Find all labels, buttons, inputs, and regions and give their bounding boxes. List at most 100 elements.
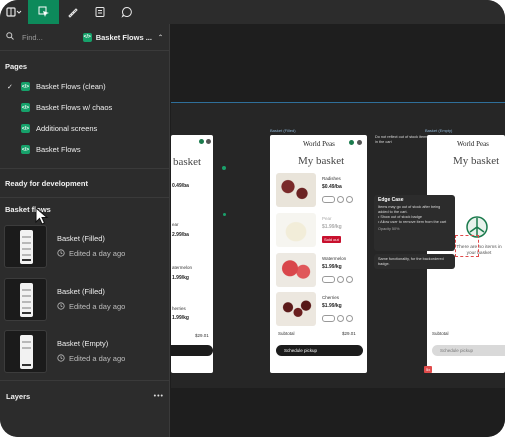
minus-icon[interactable] [337,276,344,283]
quantity-stepper[interactable] [322,315,353,322]
item-name: Watermelon [322,256,347,261]
product-image [276,292,316,326]
file-name: Basket Flows ... [95,32,152,42]
minus-icon[interactable] [337,315,344,322]
basket-icon [206,139,211,144]
search-bar: Find... </> Basket Flows ... ⌃ [0,24,169,51]
quantity-stepper[interactable] [322,196,353,203]
edge-case-opacity: Opacity 50% [378,227,400,231]
divider [0,168,169,169]
more-options-icon[interactable]: ••• [154,393,164,400]
frame-card-subtitle: Edited a day ago [69,302,126,311]
frame-thumbnail [4,224,47,268]
page-label: Basket Flows [36,145,81,154]
item-name: herries [172,306,186,311]
subtotal-value: $29.01 [342,331,356,336]
subtotal-label: Subtotal [278,331,295,336]
annotate-tool-icon[interactable] [59,0,86,24]
page-heading: My basket [453,155,500,167]
item-name: Cherries [322,295,340,300]
schedule-pickup-button[interactable]: Schedule pickup [432,345,505,356]
design-canvas[interactable]: Basket (Filled) Basket (Empty) basket 0.… [171,24,505,437]
page-label: Additional screens [36,124,98,133]
measure-tool-icon[interactable] [86,0,113,24]
frame-thumbnail [4,277,47,321]
layers-heading: Layers [6,392,31,401]
frame-thumbnail [4,329,47,373]
frame-label[interactable]: Basket (Empty) [425,128,452,133]
item-price: $1.99/kg [322,224,342,230]
edge-case-note[interactable]: Edge Case Items may go out of stock afte… [374,195,455,251]
page-item[interactable]: ✓ </> Basket Flows (clean) [0,76,169,97]
selection-outline [455,235,479,257]
clock-history-icon [57,353,65,364]
product-image [276,173,316,207]
schedule-pickup-button[interactable] [171,345,213,356]
edge-case-bullet: • Allow user to remove item from the car… [378,220,447,224]
minus-icon[interactable] [337,196,344,203]
page-item[interactable]: </> Additional screens [0,118,169,139]
item-price: 1.99/kg [172,315,189,321]
page-item[interactable]: </> Basket Flows w/ chaos [0,97,169,118]
frame-card-subtitle: Edited a day ago [69,249,126,258]
annotation-note[interactable]: Same functionality, for the backordered … [374,254,455,269]
phone-frame-basket-filled[interactable]: World Peas My basket Radishes $0.49/ba P… [270,135,367,373]
measurement-badge: 5x [424,366,433,373]
left-sidebar: Find... </> Basket Flows ... ⌃ Pages ✓ <… [0,24,170,437]
frame-card-subtitle: Edited a day ago [69,354,126,363]
connector-dot [223,213,226,216]
frame-label[interactable]: Basket (Filled) [270,128,296,133]
schedule-pickup-label: Schedule pickup [440,348,474,353]
group-label[interactable]: Basket flows [0,205,169,214]
chevron-up-icon: ⌃ [157,34,163,41]
item-price: $0.49/ba [322,184,342,190]
dev-mode-page-icon: </> [21,82,30,91]
basket-icon [357,140,362,145]
page-heading: basket [173,156,202,168]
frame-card-title: Basket (Empty) [57,338,109,348]
out-of-stock-badge: Sold out [322,236,341,243]
item-price: $1.99/kg [322,264,342,270]
brand-name: World Peas [303,140,335,148]
comment-tool-icon[interactable] [113,0,140,24]
ready-for-development-heading: Ready for development [5,179,88,188]
phone-frame-left[interactable]: basket 0.49/ba ear 2.99/ba atermelon 1.9… [171,135,213,373]
page-item[interactable]: </> Basket Flows [0,139,169,160]
dev-mode-page-icon: </> [21,103,30,112]
check-icon: ✓ [7,83,13,91]
product-image [276,253,316,287]
frame-card[interactable]: Basket (Empty) Edited a day ago [4,329,169,373]
quantity-stepper[interactable] [322,276,353,283]
page-label: Basket Flows w/ chaos [36,103,113,112]
page-label: Basket Flows (clean) [36,82,106,91]
frame-card[interactable]: Basket (Filled) Edited a day ago [4,277,169,321]
dev-mode-page-icon: </> [21,145,30,154]
plus-icon[interactable] [346,315,353,322]
plus-icon[interactable] [346,196,353,203]
main-menu-icon[interactable] [0,0,28,24]
avatar [349,140,354,145]
subtotal-value: $29.01 [195,333,209,338]
mouse-cursor-icon [35,207,49,225]
pages-heading: Pages [5,62,28,71]
file-switcher[interactable]: </> Basket Flows ... ⌃ [82,32,163,42]
item-price: 1.99/kg [172,275,189,281]
divider [0,197,169,198]
search-icon[interactable] [6,32,14,42]
item-name: Radishes [322,176,341,181]
move-tool-icon[interactable] [28,0,59,24]
pages-list: ✓ </> Basket Flows (clean) </> Basket Fl… [0,76,169,160]
search-input[interactable]: Find... [22,33,83,42]
frame-card[interactable]: Basket (Filled) Edited a day ago [4,224,169,268]
frame-card-title: Basket (Filled) [57,233,105,243]
item-name: atermelon [172,265,193,270]
subtotal-label: Subtotal [432,331,449,336]
dev-mode-file-icon: </> [82,32,92,42]
clock-history-icon [57,248,65,259]
item-price: $1.99/kg [322,303,342,309]
app-window: Find... </> Basket Flows ... ⌃ Pages ✓ <… [0,0,505,437]
plus-icon[interactable] [346,276,353,283]
item-price: 2.99/ba [172,232,189,238]
schedule-pickup-button[interactable]: Schedule pickup [276,345,363,356]
avatar [199,139,204,144]
